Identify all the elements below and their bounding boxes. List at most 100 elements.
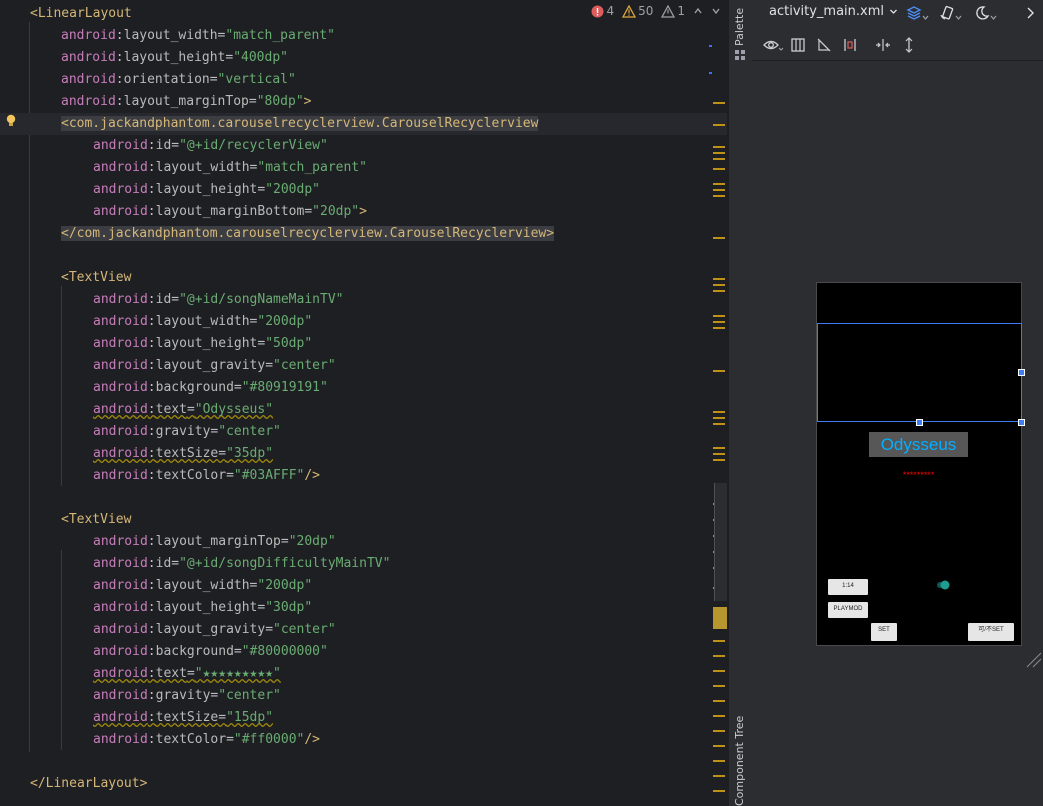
code-line[interactable]: android:text="★★★★★★★★★" (0, 663, 281, 685)
warning-marker[interactable] (713, 775, 725, 777)
warning-marker[interactable] (713, 183, 725, 185)
recyclerview-selection[interactable] (817, 323, 1022, 422)
code-line[interactable]: <TextView (0, 509, 131, 531)
warning-count[interactable]: 50 (622, 4, 653, 18)
file-selector[interactable]: activity_main.xml (769, 4, 898, 19)
code-line[interactable]: android:id="@+id/songNameMainTV" (0, 289, 343, 311)
warning-marker[interactable] (713, 158, 725, 160)
chevron-down-icon[interactable] (990, 14, 997, 21)
resize-handle-right[interactable] (1018, 369, 1025, 376)
warning-marker[interactable] (713, 745, 725, 747)
code-line[interactable]: android:textSize="15dp" (0, 707, 273, 729)
warning-marker[interactable] (713, 700, 725, 702)
palette-icon[interactable] (734, 49, 746, 61)
code-line[interactable]: android:textColor="#ff0000"/> (0, 729, 320, 751)
code-line[interactable]: android:layout_width="match_parent" (0, 25, 335, 47)
code-line[interactable] (0, 487, 30, 509)
playmode-button[interactable]: PLAYMOD (828, 602, 868, 618)
resize-corner-icon[interactable] (1024, 650, 1042, 668)
song-difficulty-textview[interactable]: ********* (869, 469, 968, 482)
warning-marker[interactable] (713, 423, 725, 425)
code-line[interactable]: android:layout_height="30dp" (0, 597, 312, 619)
warning-marker[interactable] (713, 655, 725, 657)
warning-marker[interactable] (713, 447, 725, 449)
code-line[interactable]: android:textColor="#03AFFF"/> (0, 465, 320, 487)
vertical-guideline-icon[interactable] (901, 37, 917, 53)
code-line[interactable]: android:gravity="center" (0, 421, 281, 443)
warning-marker[interactable] (713, 152, 725, 154)
resize-handle-corner[interactable] (1018, 419, 1025, 426)
code-line[interactable]: android:layout_marginBottom="20dp"> (0, 201, 367, 223)
design-surface-icon[interactable] (906, 5, 922, 21)
code-line[interactable]: android:background="#80919191" (0, 377, 328, 399)
error-count[interactable]: 4 (591, 4, 614, 18)
song-name-textview[interactable]: Odysseus (869, 432, 968, 457)
lightbulb-icon[interactable] (5, 114, 17, 128)
code-line[interactable]: android:layout_gravity="center" (0, 355, 336, 377)
warning-marker[interactable] (713, 411, 725, 413)
warning-marker[interactable] (713, 453, 725, 455)
code-line[interactable] (0, 245, 30, 267)
code-line[interactable]: android:layout_height="50dp" (0, 333, 312, 355)
chevron-down-icon[interactable] (778, 46, 784, 52)
chevron-right-icon[interactable] (1022, 5, 1038, 21)
code-line[interactable]: android:layout_height="200dp" (0, 179, 320, 201)
warning-marker[interactable] (713, 168, 725, 170)
code-line[interactable]: android:layout_marginTop="80dp"> (0, 91, 311, 113)
night-mode-icon[interactable] (974, 5, 990, 21)
code-line[interactable]: android:layout_height="400dp" (0, 47, 288, 69)
warning-marker[interactable] (713, 315, 725, 317)
component-tree-tab[interactable]: Component Tree (733, 716, 746, 806)
orientation-icon[interactable] (939, 5, 955, 21)
set-button[interactable]: SET (871, 623, 897, 641)
warning-marker[interactable] (713, 290, 725, 292)
scrollbar-thumb[interactable] (714, 483, 727, 601)
code-editor[interactable]: <LinearLayout android:layout_width="match… (0, 0, 727, 806)
warning-marker[interactable] (713, 790, 725, 792)
code-line[interactable]: android:text="Odysseus" (0, 399, 273, 421)
weak-warning-count[interactable]: 1 (661, 4, 685, 18)
warning-marker[interactable] (713, 670, 725, 672)
chevron-down-icon[interactable] (922, 14, 929, 21)
chevron-down-icon[interactable] (955, 14, 962, 21)
palette-tab[interactable]: Palette (733, 8, 746, 46)
eye-icon[interactable] (763, 37, 779, 53)
code-line[interactable]: android:id="@+id/recyclerView" (0, 135, 328, 157)
warning-marker[interactable] (713, 278, 725, 280)
code-line[interactable]: android:layout_width="200dp" (0, 311, 312, 333)
code-line[interactable]: <TextView (0, 267, 131, 289)
warning-marker[interactable] (713, 284, 725, 286)
error-stripe[interactable] (709, 0, 727, 806)
code-line[interactable]: <LinearLayout (0, 3, 132, 25)
baseline-icon[interactable] (842, 37, 858, 53)
reset-button[interactable]: 可/不SET (968, 623, 1014, 641)
columns-icon[interactable] (790, 37, 806, 53)
chevron-up-icon[interactable] (693, 6, 703, 16)
warning-marker[interactable] (713, 459, 725, 461)
code-line[interactable]: </LinearLayout> (0, 773, 147, 795)
warning-marker[interactable] (713, 237, 725, 239)
code-line[interactable] (0, 751, 30, 773)
warning-marker[interactable] (713, 321, 725, 323)
code-line[interactable]: <com.jackandphantom.carouselrecyclerview… (0, 113, 727, 135)
toggle-dot-icon[interactable] (934, 579, 952, 591)
warning-marker[interactable] (713, 124, 725, 126)
code-line[interactable]: android:orientation="vertical" (0, 69, 296, 91)
clear-constraints-icon[interactable] (816, 37, 832, 53)
warning-marker[interactable] (713, 715, 725, 717)
warning-marker[interactable] (713, 189, 725, 191)
warning-marker[interactable] (713, 146, 725, 148)
warning-marker[interactable] (713, 327, 725, 329)
resize-handle-bottom[interactable] (916, 419, 923, 426)
inspection-widget[interactable]: 4 50 1 (591, 2, 721, 20)
code-line[interactable]: android:gravity="center" (0, 685, 281, 707)
horizontal-guideline-icon[interactable] (875, 37, 891, 53)
warning-marker[interactable] (713, 417, 725, 419)
warning-marker[interactable] (713, 640, 725, 642)
code-line[interactable]: </com.jackandphantom.carouselrecyclervie… (0, 223, 555, 245)
code-line[interactable]: android:background="#80000000" (0, 641, 328, 663)
warning-marker[interactable] (713, 195, 725, 197)
code-line[interactable]: android:layout_width="200dp" (0, 575, 312, 597)
code-line[interactable]: android:layout_gravity="center" (0, 619, 336, 641)
warning-marker[interactable] (713, 370, 725, 372)
